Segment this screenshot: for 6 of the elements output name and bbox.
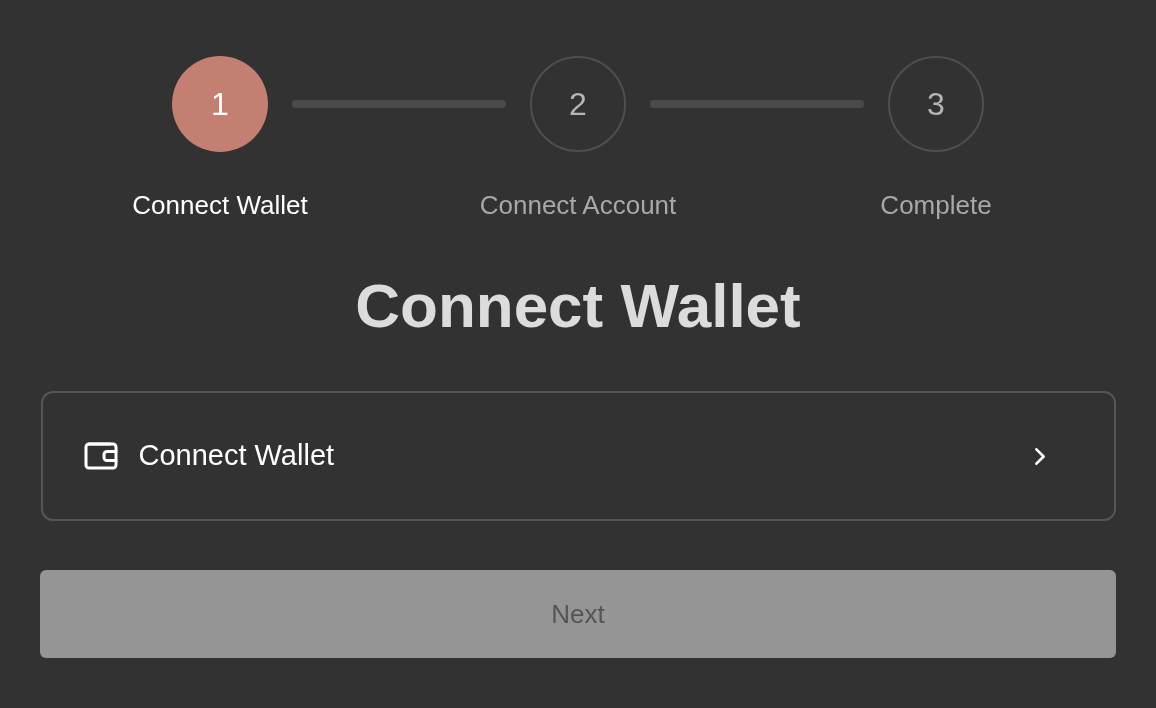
step-label: Connect Account [479, 189, 677, 222]
connect-wallet-option[interactable]: Connect Wallet [40, 391, 1116, 521]
chevron-right-icon [1034, 447, 1045, 465]
page-title: Connect Wallet [355, 275, 801, 337]
step-label: Complete [880, 189, 992, 222]
step-label: Connect Wallet [132, 189, 308, 222]
